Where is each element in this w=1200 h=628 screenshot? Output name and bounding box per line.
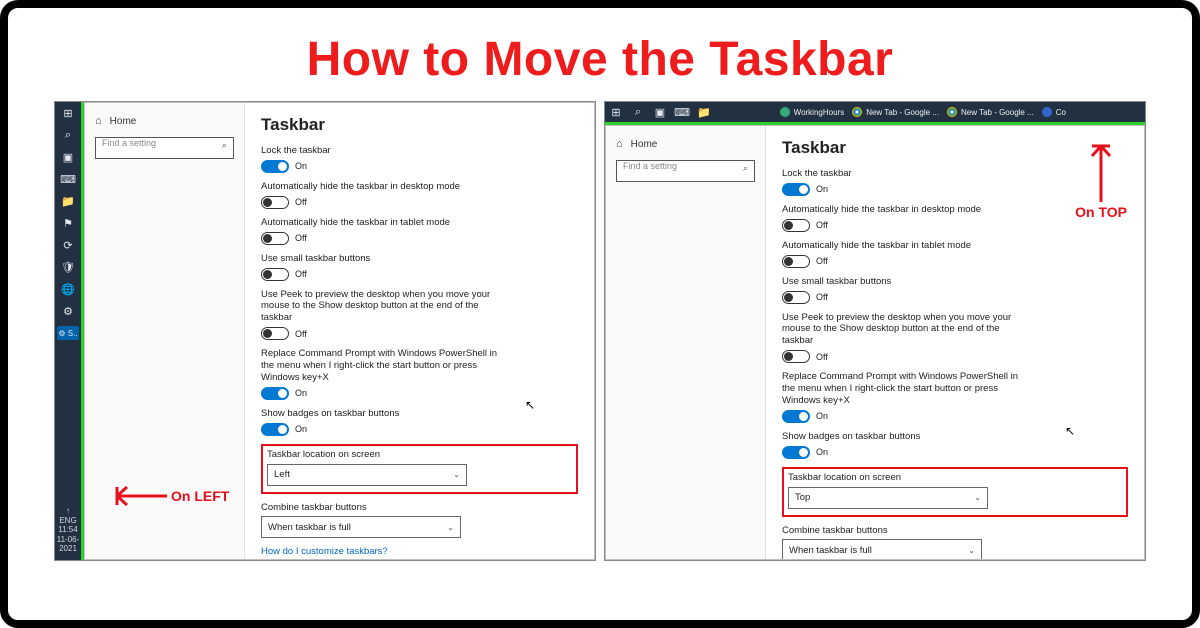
toggle-lock[interactable] (261, 160, 289, 173)
opt-peek: Use Peek to preview the desktop when you… (782, 312, 1128, 364)
location-box: Taskbar location on screen Left⌄ (261, 444, 578, 494)
home-label: Home (631, 139, 658, 150)
app-icon[interactable]: ⚙ (61, 304, 75, 318)
location-dropdown[interactable]: Top⌄ (788, 487, 988, 509)
settings-icon[interactable]: ⚙ S.. (57, 326, 79, 340)
taskview-icon[interactable]: ▣ (61, 150, 75, 164)
toggle-badges[interactable] (261, 423, 289, 436)
start-icon[interactable]: ⊞ (609, 105, 623, 119)
explorer-icon[interactable]: 📁 (61, 194, 75, 208)
cursor-icon: ↖ (1065, 424, 1075, 438)
toggle-small[interactable] (261, 268, 289, 281)
settings-window: ⌂ Home Find a setting Taskbar Lock the t… (605, 125, 1145, 560)
chevron-down-icon: ⌄ (974, 493, 981, 502)
opt-badges: Show badges on taskbar buttonsOn (782, 431, 1128, 459)
settings-nav: ⌂ Home Find a setting (606, 126, 766, 559)
content-title: Taskbar (261, 115, 578, 135)
taskview-icon[interactable]: ▣ (653, 105, 667, 119)
cursor-icon: ↖ (525, 398, 535, 412)
chevron-down-icon: ⌄ (447, 523, 454, 532)
app-icon[interactable]: ⚑ (61, 216, 75, 230)
chevron-down-icon: ⌄ (453, 470, 460, 479)
taskbar-app-chrome-tab[interactable]: New Tab - Google ... (852, 107, 939, 117)
opt-peek: Use Peek to preview the desktop when you… (261, 289, 578, 341)
tray-time: 11:54 (55, 525, 81, 535)
opt-autohide-desktop: Automatically hide the taskbar in deskto… (261, 181, 578, 209)
toggle-autohide-desktop[interactable] (782, 219, 810, 232)
location-box: Taskbar location on screen Top⌄ (782, 467, 1128, 517)
home-label: Home (110, 116, 137, 127)
chevron-down-icon: ⌄ (968, 546, 975, 555)
opt-autohide-tablet: Automatically hide the taskbar in tablet… (782, 240, 1128, 268)
location-label: Taskbar location on screen (788, 472, 1122, 484)
annotation-arrow-top: On TOP (1075, 140, 1127, 220)
toggle-badges[interactable] (782, 446, 810, 459)
system-tray[interactable]: ↑ ENG 11:54 11-06-2021 (55, 506, 81, 554)
annotation-arrow-left: On LEFT (111, 482, 229, 510)
toggle-peek[interactable] (261, 327, 289, 340)
combine-box: Combine taskbar buttons When taskbar is … (261, 502, 578, 539)
annotation-label-top: On TOP (1075, 204, 1127, 220)
toggle-autohide-tablet[interactable] (261, 232, 289, 245)
home-icon: ⌂ (95, 115, 102, 127)
home-link[interactable]: ⌂ Home (95, 115, 234, 127)
combine-label: Combine taskbar buttons (782, 525, 1128, 537)
tray-chevron-icon[interactable]: ↑ (55, 506, 81, 516)
tutorial-frame: How to Move the Taskbar ⊞ ⌕ ▣ ⌨ 📁 ⚑ ⟳ 🛡 … (0, 0, 1200, 628)
app-icon[interactable]: ⌨ (61, 172, 75, 186)
toggle-small[interactable] (782, 291, 810, 304)
opt-small: Use small taskbar buttonsOff (261, 253, 578, 281)
combine-label: Combine taskbar buttons (261, 502, 578, 514)
chrome-icon[interactable]: 🌐 (61, 282, 75, 296)
search-input[interactable]: Find a setting (95, 137, 234, 159)
page-title: How to Move the Taskbar (8, 8, 1192, 101)
screenshots-row: ⊞ ⌕ ▣ ⌨ 📁 ⚑ ⟳ 🛡 🌐 ⚙ ⚙ S.. ↑ ENG 11:54 11… (8, 101, 1192, 571)
settings-content: Taskbar Lock the taskbarOn Automatically… (245, 103, 594, 559)
home-link[interactable]: ⌂ Home (616, 138, 755, 150)
search-input[interactable]: Find a setting (616, 160, 755, 182)
opt-autohide-tablet: Automatically hide the taskbar in tablet… (261, 217, 578, 245)
search-icon[interactable]: ⌕ (631, 105, 645, 119)
taskbar-app-chrome-tab[interactable]: New Tab - Google ... (947, 107, 1034, 117)
toggle-peek[interactable] (782, 350, 810, 363)
location-dropdown[interactable]: Left⌄ (267, 464, 467, 486)
search-icon[interactable]: ⌕ (61, 128, 75, 142)
taskbar-horizontal[interactable]: ⊞ ⌕ ▣ ⌨ 📁 WorkingHours New Tab - Google … (605, 102, 1145, 122)
combine-box: Combine taskbar buttons When taskbar is … (782, 525, 1128, 560)
screenshot-left: ⊞ ⌕ ▣ ⌨ 📁 ⚑ ⟳ 🛡 🌐 ⚙ ⚙ S.. ↑ ENG 11:54 11… (54, 101, 596, 561)
toggle-autohide-tablet[interactable] (782, 255, 810, 268)
opt-powershell: Replace Command Prompt with Windows Powe… (261, 348, 578, 400)
toggle-lock[interactable] (782, 183, 810, 196)
opt-lock: Lock the taskbarOn (261, 145, 578, 173)
home-icon: ⌂ (616, 138, 623, 150)
screenshot-right: ⊞ ⌕ ▣ ⌨ 📁 WorkingHours New Tab - Google … (604, 101, 1146, 561)
combine-dropdown[interactable]: When taskbar is full⌄ (782, 539, 982, 559)
opt-powershell: Replace Command Prompt with Windows Powe… (782, 371, 1128, 423)
taskbar-app-workinghours[interactable]: WorkingHours (780, 107, 845, 117)
taskbar-vertical[interactable]: ⊞ ⌕ ▣ ⌨ 📁 ⚑ ⟳ 🛡 🌐 ⚙ ⚙ S.. ↑ ENG 11:54 11… (55, 102, 81, 560)
combine-dropdown[interactable]: When taskbar is full⌄ (261, 516, 461, 538)
location-label: Taskbar location on screen (267, 449, 572, 461)
annotation-label-left: On LEFT (171, 488, 229, 504)
app-icon[interactable]: ⟳ (61, 238, 75, 252)
toggle-autohide-desktop[interactable] (261, 196, 289, 209)
toggle-powershell[interactable] (261, 387, 289, 400)
start-icon[interactable]: ⊞ (61, 106, 75, 120)
app-icon[interactable]: ⌨ (675, 105, 689, 119)
tray-lang[interactable]: ENG (55, 516, 81, 526)
tray-date: 11-06-2021 (55, 535, 81, 554)
toggle-powershell[interactable] (782, 410, 810, 423)
customize-link[interactable]: How do I customize taskbars? (261, 546, 578, 557)
opt-small: Use small taskbar buttonsOff (782, 276, 1128, 304)
app-icon[interactable]: 🛡 (61, 260, 75, 274)
explorer-icon[interactable]: 📁 (697, 105, 711, 119)
taskbar-app-co[interactable]: Co (1042, 107, 1066, 117)
